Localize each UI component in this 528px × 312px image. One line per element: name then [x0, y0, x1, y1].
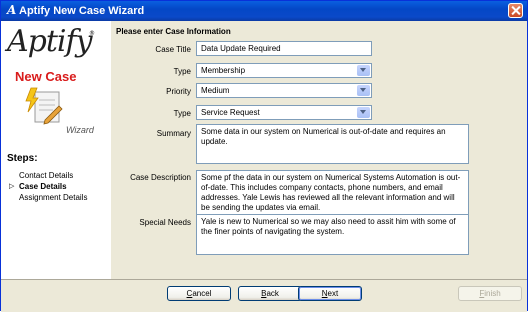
case-description-label: Case Description — [130, 173, 191, 182]
special-needs-textarea[interactable]: Yale is new to Numerical so we may also … — [196, 214, 469, 255]
priority-label: Priority — [166, 87, 191, 96]
case-title-label: Case Title — [155, 45, 191, 54]
steps-heading: Steps: — [7, 153, 38, 164]
next-button[interactable]: Next — [298, 286, 362, 301]
type-select[interactable]: Membership — [196, 63, 372, 78]
summary-label: Summary — [156, 129, 191, 138]
wizard-label: Wizard — [66, 125, 94, 135]
special-needs-label: Special Needs — [139, 218, 191, 227]
step-contact-details: Contact Details — [19, 171, 74, 180]
priority-select[interactable]: Medium — [196, 83, 372, 98]
form-heading: Please enter Case Information — [116, 27, 231, 36]
back-button[interactable]: Back — [238, 286, 302, 301]
app-icon: A — [7, 3, 17, 17]
next-label: ext — [327, 289, 339, 298]
case-title-input[interactable]: Data Update Required — [196, 41, 372, 56]
wizard-window: A Aptify New Case Wizard Aptify ® New Ca… — [0, 0, 528, 312]
close-icon[interactable] — [508, 3, 523, 18]
cancel-button[interactable]: Cancel — [167, 286, 231, 301]
window-title: Aptify New Case Wizard — [19, 5, 145, 17]
type-label: Type — [173, 67, 191, 76]
step-case-details: Case Details — [19, 182, 67, 191]
button-bar: Cancel Back Next Finish — [1, 279, 527, 312]
product-name: New Case — [15, 69, 77, 84]
finish-button: Finish — [458, 286, 522, 301]
wizard-document-icon — [25, 87, 63, 125]
chevron-down-icon[interactable] — [357, 85, 370, 96]
priority-select-value: Medium — [201, 86, 230, 95]
wizard-sidebar: Aptify ® New Case Wizard Steps: Contact … — [1, 21, 111, 279]
chevron-down-icon[interactable] — [357, 107, 370, 118]
type-select-value: Membership — [201, 66, 246, 75]
chevron-down-icon[interactable] — [357, 65, 370, 76]
cancel-label: ancel — [192, 289, 212, 298]
case-type-select-value: Service Request — [201, 108, 260, 117]
summary-textarea[interactable]: Some data in our system on Numerical is … — [196, 124, 469, 164]
title-bar[interactable]: A Aptify New Case Wizard — [1, 1, 527, 21]
case-form: Please enter Case Information Case Title… — [111, 21, 527, 279]
case-type-label: Type — [173, 109, 191, 118]
active-step-icon: ▷ — [9, 182, 15, 190]
aptify-logo: Aptify — [7, 24, 93, 59]
finish-label: inish — [484, 289, 501, 298]
back-label: ack — [266, 289, 279, 298]
step-assignment-details: Assignment Details — [19, 193, 88, 202]
case-type-select[interactable]: Service Request — [196, 105, 372, 120]
registered-mark: ® — [89, 30, 95, 37]
